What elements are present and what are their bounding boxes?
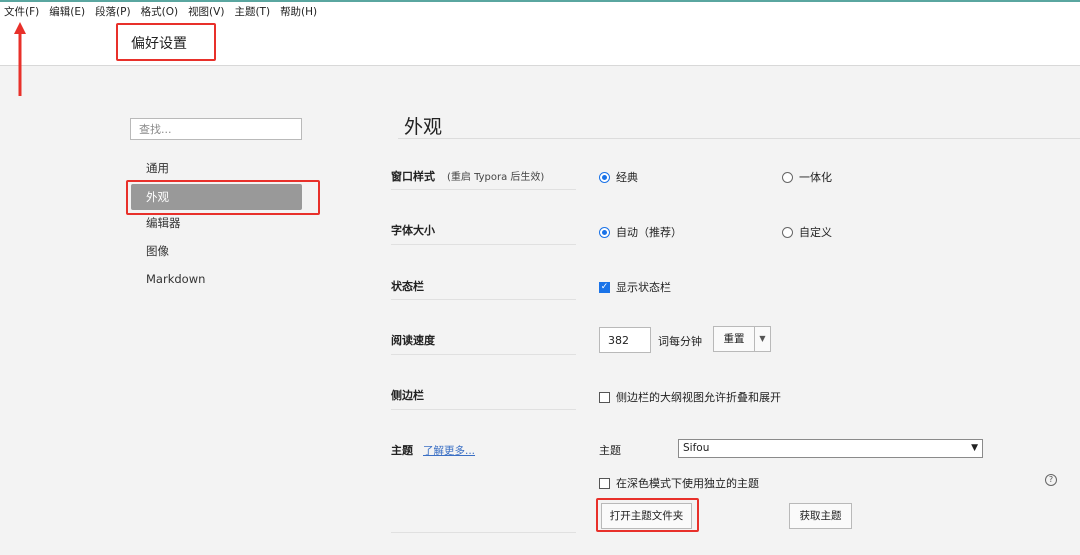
- radio-font-auto[interactable]: 自动（推荐）: [599, 224, 682, 240]
- radio-classic[interactable]: 经典: [599, 169, 638, 185]
- annotation-arrow-icon: [10, 20, 30, 96]
- row-divider: [391, 299, 576, 300]
- get-themes-button[interactable]: 获取主题: [789, 503, 852, 529]
- learn-more-link[interactable]: 了解更多...: [423, 445, 475, 457]
- window-style-label-text: 窗口样式: [391, 170, 435, 183]
- menu-help[interactable]: 帮助(H): [280, 4, 317, 20]
- radio-checked-icon: [599, 227, 610, 238]
- sidebar-item-editor[interactable]: 编辑器: [131, 210, 302, 236]
- window-style-hint: (重启 Typora 后生效): [447, 172, 544, 183]
- sidebar-item-general[interactable]: 通用: [131, 155, 302, 181]
- menu-bar: 文件(F) 编辑(E) 段落(P) 格式(O) 视图(V) 主题(T) 帮助(H…: [4, 4, 327, 20]
- radio-unchecked-icon: [782, 227, 793, 238]
- menu-paragraph[interactable]: 段落(P): [95, 4, 131, 20]
- radio-font-custom-label: 自定义: [799, 224, 832, 240]
- radio-unchecked-icon: [782, 172, 793, 183]
- menu-format[interactable]: 格式(O): [141, 4, 178, 20]
- reading-speed-unit: 词每分钟: [658, 333, 702, 349]
- radio-font-custom[interactable]: 自定义: [782, 224, 832, 240]
- open-theme-folder-button[interactable]: 打开主题文件夹: [601, 503, 692, 529]
- menu-view[interactable]: 视图(V): [188, 4, 224, 20]
- menu-theme[interactable]: 主题(T): [234, 4, 270, 20]
- title-divider: [398, 138, 1080, 139]
- row-divider: [391, 244, 576, 245]
- status-bar-checkbox-label: 显示状态栏: [616, 279, 671, 295]
- row-divider: [391, 532, 576, 533]
- radio-checked-icon: [599, 172, 610, 183]
- theme-row-label: 主题了解更多...: [391, 442, 475, 458]
- sidebar-setting-label: 侧边栏: [391, 387, 424, 403]
- status-bar-label: 状态栏: [391, 278, 424, 294]
- dark-mode-theme-checkbox[interactable]: 在深色模式下使用独立的主题: [599, 475, 759, 491]
- reset-button[interactable]: 重置: [713, 326, 755, 352]
- sidebar-item-markdown[interactable]: Markdown: [131, 266, 302, 292]
- row-divider: [391, 189, 576, 190]
- menu-file[interactable]: 文件(F): [4, 4, 39, 20]
- search-input[interactable]: [130, 118, 302, 140]
- help-icon[interactable]: ?: [1045, 474, 1057, 486]
- chevron-down-icon[interactable]: ▼: [754, 326, 771, 352]
- sidebar-item-appearance[interactable]: 外观: [131, 184, 302, 210]
- row-divider: [391, 354, 576, 355]
- checkbox-checked-icon: ✓: [599, 282, 610, 293]
- radio-font-auto-label: 自动（推荐）: [616, 224, 682, 240]
- radio-unified-label: 一体化: [799, 169, 832, 185]
- font-size-label: 字体大小: [391, 222, 435, 238]
- theme-label: 主题: [391, 444, 413, 457]
- window-style-label: 窗口样式 (重启 Typora 后生效): [391, 168, 544, 184]
- sidebar-outline-checkbox[interactable]: 侧边栏的大纲视图允许折叠和展开: [599, 389, 781, 405]
- status-bar-checkbox[interactable]: ✓ 显示状态栏: [599, 279, 671, 295]
- chevron-down-icon: ▼: [971, 440, 978, 457]
- reading-speed-input[interactable]: [599, 327, 651, 353]
- row-divider: [391, 409, 576, 410]
- section-title: 外观: [404, 112, 442, 139]
- checkbox-unchecked-icon: [599, 392, 610, 403]
- sidebar-item-image[interactable]: 图像: [131, 238, 302, 264]
- menu-edit[interactable]: 编辑(E): [49, 4, 85, 20]
- dark-mode-theme-checkbox-label: 在深色模式下使用独立的主题: [616, 475, 759, 491]
- theme-select[interactable]: Sifou ▼: [678, 439, 983, 458]
- radio-classic-label: 经典: [616, 169, 638, 185]
- annotation-box-title: [116, 23, 216, 61]
- checkbox-unchecked-icon: [599, 478, 610, 489]
- theme-select-label: 主题: [599, 442, 621, 458]
- theme-select-value: Sifou: [683, 442, 709, 454]
- reading-speed-label: 阅读速度: [391, 332, 435, 348]
- sidebar-outline-checkbox-label: 侧边栏的大纲视图允许折叠和展开: [616, 389, 781, 405]
- radio-unified[interactable]: 一体化: [782, 169, 832, 185]
